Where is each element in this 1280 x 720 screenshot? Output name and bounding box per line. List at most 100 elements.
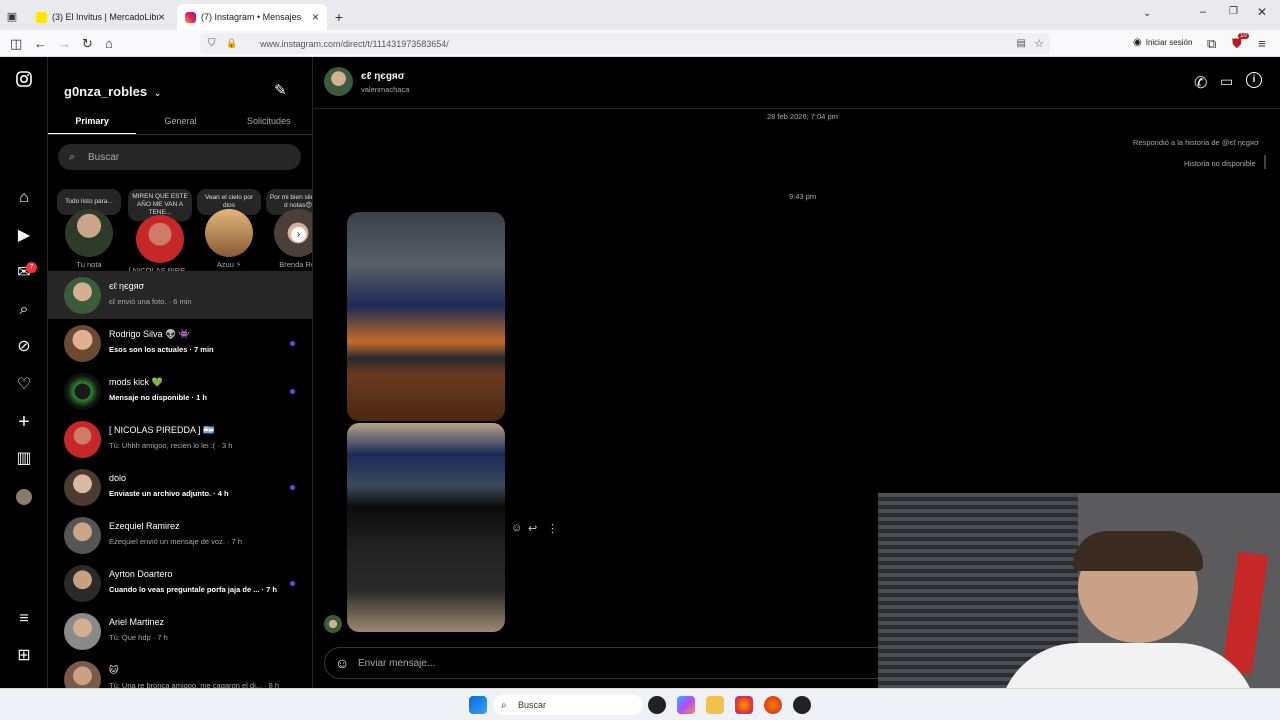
video-call-icon[interactable]: ▭ [1220, 73, 1233, 90]
instagram-icon [185, 11, 196, 23]
account-icon: ◉ [1133, 37, 1142, 48]
conversation-preview: Tú: Una re bronca amigoo, me cagaron el … [109, 681, 280, 688]
new-tab-icon[interactable]: + [327, 4, 351, 30]
tab-instagram[interactable]: (7) Instagram • Mensajes × [177, 4, 327, 30]
close-tab-icon[interactable]: × [312, 10, 319, 24]
avatar [64, 373, 101, 410]
story-reply-label: Respondió a la historia de @єℓ ηєgяσ [1133, 138, 1259, 147]
explore-icon[interactable]: ⊘ [14, 337, 34, 357]
conversation-preview: Ezequiel envió un mensaje de voz. · 7 h [109, 537, 242, 546]
maximize-icon[interactable]: ❐ [1229, 6, 1238, 17]
create-icon[interactable]: + [14, 412, 34, 432]
conversation-row[interactable]: єℓ ηєgяσ єℓ envió una foto. · 6 min [48, 271, 312, 319]
copilot-icon[interactable] [677, 696, 695, 714]
conversation-row[interactable]: Ariel Martinez Tú: Que hdp · 7 h [48, 607, 312, 655]
bookmark-star-icon[interactable]: ☆ [1034, 37, 1044, 50]
person-hair [1073, 531, 1203, 571]
dashboard-icon[interactable]: ▥ [14, 449, 34, 469]
conversation-row[interactable]: mods kick 💚 Mensaje no disponible · 1 h [48, 367, 312, 415]
reply-icon[interactable]: ↩ [528, 522, 537, 535]
avatar[interactable] [324, 67, 353, 96]
nav-rail: ⌂ ▶ ✉ 7 ⌕ ⊘ ♡ + ▥ ≡ ⊞ [0, 57, 48, 688]
reply-bar [1264, 155, 1266, 169]
note-item[interactable]: Por mi bien silencie d notas😍 Brenda Rei [266, 189, 312, 269]
profile-avatar[interactable] [14, 487, 34, 507]
app-icon[interactable] [648, 696, 666, 714]
taskbar-search[interactable]: ⌕ Buscar [493, 695, 643, 715]
conversation-row[interactable]: Rodrigo Silva 👽 👾 Esos son los actuales ·… [48, 319, 312, 367]
close-window-icon[interactable]: ✕ [1257, 5, 1267, 19]
phone-icon[interactable]: ✆ [1194, 73, 1207, 93]
address-bar[interactable]: ⛉ 🔒 www.instagram.com/direct/t/111431973… [200, 33, 1050, 54]
conversation-row[interactable]: Ezequiel Ramirez Ezequiel envió un mensaj… [48, 511, 312, 559]
tab-mercadolibre[interactable]: (3) El Invitus | MercadoLibre 📦 × [28, 4, 173, 30]
contact-handle: valenmachaca [361, 85, 410, 94]
conversation-row[interactable]: dolo Enviaste un archivo adjunto. · 4 h [48, 463, 312, 511]
chevron-down-icon[interactable]: ⌄ [1143, 8, 1151, 19]
obs-icon[interactable] [793, 696, 811, 714]
avatar [64, 277, 101, 314]
taskbar: ⌕ Buscar [0, 688, 1280, 720]
message-photo[interactable] [347, 212, 505, 421]
reader-view-icon[interactable]: ▤ [1017, 38, 1026, 49]
tab-primary[interactable]: Primary [48, 113, 137, 134]
note-item[interactable]: Todo listo para... Tu nota [57, 189, 121, 269]
emoji-icon[interactable]: ☺ [335, 655, 349, 671]
new-message-icon[interactable]: ✎ [274, 81, 287, 99]
contact-name[interactable]: єℓ ηєgяσ [361, 71, 405, 82]
conversation-preview: Tú: Que hdp · 7 h [109, 633, 168, 642]
menu-icon[interactable]: ≡ [1258, 36, 1266, 51]
chevron-right-icon[interactable]: › [291, 227, 306, 242]
search-icon: ⌕ [69, 150, 76, 163]
tab-requests[interactable]: Solicitudes [225, 113, 312, 134]
minimize-icon[interactable]: – [1200, 6, 1206, 18]
reels-icon[interactable]: ▶ [14, 226, 34, 246]
firefox-icon[interactable] [735, 696, 753, 714]
reload-icon[interactable]: ↻ [82, 36, 93, 52]
search-icon: ⌕ [501, 699, 507, 711]
extensions-icon[interactable]: ⧉ [1207, 36, 1216, 52]
unread-dot [290, 485, 295, 490]
heart-icon[interactable]: ♡ [14, 375, 34, 395]
file-explorer-icon[interactable] [706, 696, 724, 714]
close-tab-icon[interactable]: × [158, 10, 165, 24]
forward-icon[interactable]: → [58, 36, 71, 51]
avatar [64, 421, 101, 458]
react-icon[interactable]: ☺ [511, 522, 522, 534]
tab-general[interactable]: General [136, 113, 224, 134]
note-item[interactable]: MIREN QUE ESTE AÑO ME VAN A TENE... [ NI… [128, 189, 192, 275]
search-icon[interactable]: ⌕ [14, 300, 34, 320]
avatar [64, 565, 101, 602]
instagram-logo-icon[interactable] [14, 71, 34, 91]
home-icon[interactable]: ⌂ [105, 36, 113, 51]
more-options-icon[interactable]: ⋮ [547, 522, 558, 535]
conversation-row[interactable]: 🐱 Tú: Una re bronca amigoo, me cagaron el… [48, 655, 312, 688]
sidebar-toggle-icon[interactable]: ◫ [10, 36, 22, 52]
conversation-row[interactable]: [ NICOLAS PIREDDA ] 🇦🇷 Tú: Uhhh amigoo, r… [48, 415, 312, 463]
tab-list-icon[interactable]: ▣ [0, 4, 24, 30]
back-icon[interactable]: ← [34, 36, 47, 51]
also-from-meta-icon[interactable]: ⊞ [14, 646, 34, 666]
avatar [205, 209, 253, 257]
more-menu-icon[interactable]: ≡ [14, 609, 34, 629]
home-icon[interactable]: ⌂ [14, 188, 34, 208]
search-input[interactable]: ⌕ Buscar [58, 144, 301, 170]
conversation-name: Ayrton Doartero [109, 569, 173, 579]
note-item[interactable]: Vean el cielo por dios Azuu ⚡ [197, 189, 261, 269]
notification-badge: 7 [26, 262, 37, 273]
timestamp: 28 feb 2026, 7:04 pm [767, 112, 838, 121]
unread-dot [290, 341, 295, 346]
signin-button[interactable]: ◉ Iniciar sesión [1133, 37, 1192, 48]
browser-nav-bar: ◫ ← → ↻ ⌂ ⛉ 🔒 www.instagram.com/direct/t… [0, 30, 1280, 57]
avatar [324, 615, 342, 633]
account-switcher[interactable]: g0nza_robles ⌄ [64, 84, 161, 99]
extension-badge: 10 [1238, 33, 1249, 39]
message-photo[interactable] [347, 423, 505, 632]
conversation-row[interactable]: Ayrton Doartero Cuando lo veas preguntale… [48, 559, 312, 607]
info-icon[interactable]: i [1246, 72, 1262, 88]
conversation-name: 🐱 [109, 665, 119, 675]
unread-dot [290, 581, 295, 586]
windows-start-icon[interactable] [469, 696, 487, 714]
conversation-name: dolo [109, 473, 127, 483]
app-icon[interactable] [764, 696, 782, 714]
